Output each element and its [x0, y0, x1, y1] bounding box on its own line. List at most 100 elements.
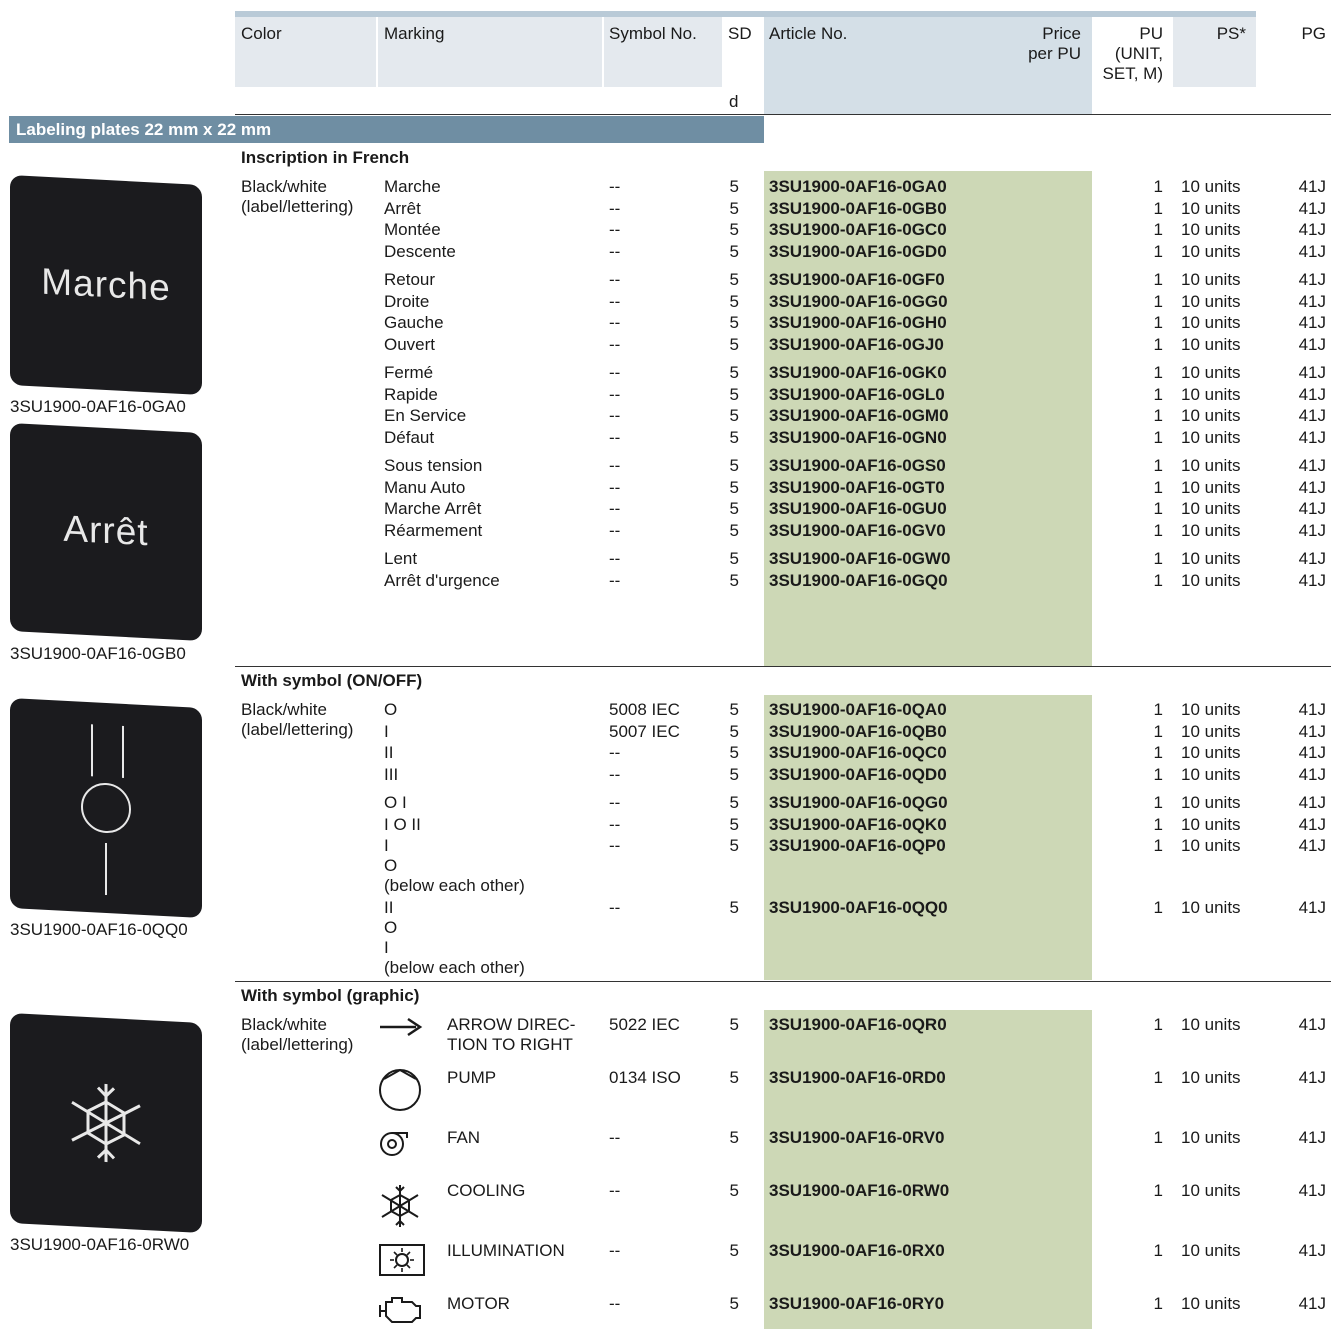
product-plate-cooling: [10, 1012, 202, 1234]
pg-cell: 41J: [1298, 549, 1326, 568]
header-price-1: Price: [1042, 24, 1081, 43]
symbol-cell: 5022 IEC: [609, 1015, 680, 1034]
symbol-cell: --: [609, 898, 621, 917]
ps-cell: 10 units: [1181, 815, 1241, 834]
article-no-cell: 3SU1900-0AF16-0GA0: [769, 177, 947, 196]
pg-cell: 41J: [1298, 478, 1326, 497]
pu-cell: 1: [1153, 363, 1163, 382]
header-sd: SD: [728, 24, 752, 43]
ps-cell: 10 units: [1181, 1294, 1241, 1313]
marking-cell: I: [384, 836, 389, 855]
marking-cell: Gauche: [384, 313, 444, 332]
marking-cell: III: [384, 765, 399, 784]
pu-cell: 1: [1153, 456, 1163, 475]
article-no-cell: 3SU1900-0AF16-0RV0: [769, 1128, 945, 1147]
color-label: (label/lettering): [241, 197, 354, 216]
marking-cell: O: [384, 856, 398, 875]
sd-cell: 5: [729, 313, 739, 332]
symbol-cell: --: [609, 499, 621, 518]
symbol-cell: --: [609, 478, 621, 497]
pg-cell: 41J: [1298, 1181, 1326, 1200]
sd-cell: 5: [729, 836, 739, 855]
pg-cell: 41J: [1298, 722, 1326, 741]
symbol-cell: --: [609, 549, 621, 568]
pu-cell: 1: [1153, 765, 1163, 784]
pg-cell: 41J: [1298, 292, 1326, 311]
marking-cell: MOTOR: [447, 1294, 510, 1313]
symbol-cell: --: [609, 177, 621, 196]
marking-cell: PUMP: [447, 1068, 497, 1087]
arrow-right-icon: [380, 1017, 423, 1037]
symbol-cell: --: [609, 428, 621, 447]
header-marking: Marking: [384, 24, 445, 43]
header-rule: [235, 114, 1331, 115]
header-price-2: per PU: [1028, 44, 1081, 63]
color-label: (label/lettering): [241, 1035, 354, 1054]
plate-label: Marche: [41, 260, 171, 309]
pg-cell: 41J: [1298, 571, 1326, 590]
article-no-cell: 3SU1900-0AF16-0GT0: [769, 478, 945, 497]
sd-cell: 5: [729, 1294, 739, 1313]
symbol-cell: --: [609, 363, 621, 382]
pg-cell: 41J: [1298, 499, 1326, 518]
marking-cell: I O II: [384, 815, 421, 834]
sd-cell: 5: [729, 1181, 739, 1200]
marking-cell: Réarmement: [384, 521, 483, 540]
article-no-cell: 3SU1900-0AF16-0QP0: [769, 836, 946, 855]
sd-cell: 5: [729, 478, 739, 497]
pu-cell: 1: [1153, 1294, 1163, 1313]
symbol-cell: --: [609, 270, 621, 289]
pg-cell: 41J: [1298, 1015, 1326, 1034]
marking-cell: I: [384, 938, 389, 957]
ps-cell: 10 units: [1181, 1015, 1241, 1034]
header-article-no: Article No.: [769, 24, 848, 43]
sd-cell: 5: [729, 428, 739, 447]
article-no-cell: 3SU1900-0AF16-0GS0: [769, 456, 946, 475]
symbol-cell: --: [609, 521, 621, 540]
article-no-cell: 3SU1900-0AF16-0GH0: [769, 313, 947, 332]
pg-cell: 41J: [1298, 793, 1326, 812]
sd-cell: 5: [729, 220, 739, 239]
marking-cell: Fermé: [384, 363, 434, 382]
product-caption: 3SU1900-0AF16-0GA0: [10, 397, 186, 416]
symbol-cell: --: [609, 1181, 621, 1200]
pu-cell: 1: [1153, 292, 1163, 311]
pu-cell: 1: [1153, 1241, 1163, 1260]
symbol-cell: 5008 IEC: [609, 700, 680, 719]
pu-cell: 1: [1153, 571, 1163, 590]
ps-cell: 10 units: [1181, 793, 1241, 812]
marking-cell: Droite: [384, 292, 430, 311]
sd-cell: 5: [729, 1015, 739, 1034]
marking-cell: FAN: [447, 1128, 481, 1147]
symbol-cell: --: [609, 793, 621, 812]
marking-cell: TION TO RIGHT: [447, 1035, 573, 1054]
pu-cell: 1: [1153, 1128, 1163, 1147]
pg-cell: 41J: [1298, 363, 1326, 382]
pu-cell: 1: [1153, 521, 1163, 540]
pu-cell: 1: [1153, 270, 1163, 289]
product-plate-marche: Marche: [10, 174, 202, 396]
ps-cell: 10 units: [1181, 722, 1241, 741]
pg-cell: 41J: [1298, 270, 1326, 289]
marking-cell: Marche: [384, 177, 441, 196]
symbol-cell: --: [609, 765, 621, 784]
symbol-cell: --: [609, 292, 621, 311]
ps-cell: 10 units: [1181, 335, 1241, 354]
color-label: Black/white: [241, 177, 327, 196]
header-ps: PS*: [1216, 24, 1246, 43]
sd-cell: 5: [729, 242, 739, 261]
sd-cell: 5: [729, 793, 739, 812]
symbol-cell: --: [609, 571, 621, 590]
pg-cell: 41J: [1298, 836, 1326, 855]
motor-icon: [379, 1297, 421, 1323]
marking-cell: O I: [384, 793, 407, 812]
marking-cell: Arrêt d'urgence: [384, 571, 500, 590]
pg-cell: 41J: [1298, 521, 1326, 540]
sd-cell: 5: [729, 521, 739, 540]
article-no-cell: 3SU1900-0AF16-0RD0: [769, 1068, 946, 1087]
marking-cell: Défaut: [384, 428, 435, 447]
symbol-cell: --: [609, 335, 621, 354]
color-label: (label/lettering): [241, 720, 354, 739]
pu-cell: 1: [1153, 793, 1163, 812]
sd-cell: 5: [729, 1241, 739, 1260]
